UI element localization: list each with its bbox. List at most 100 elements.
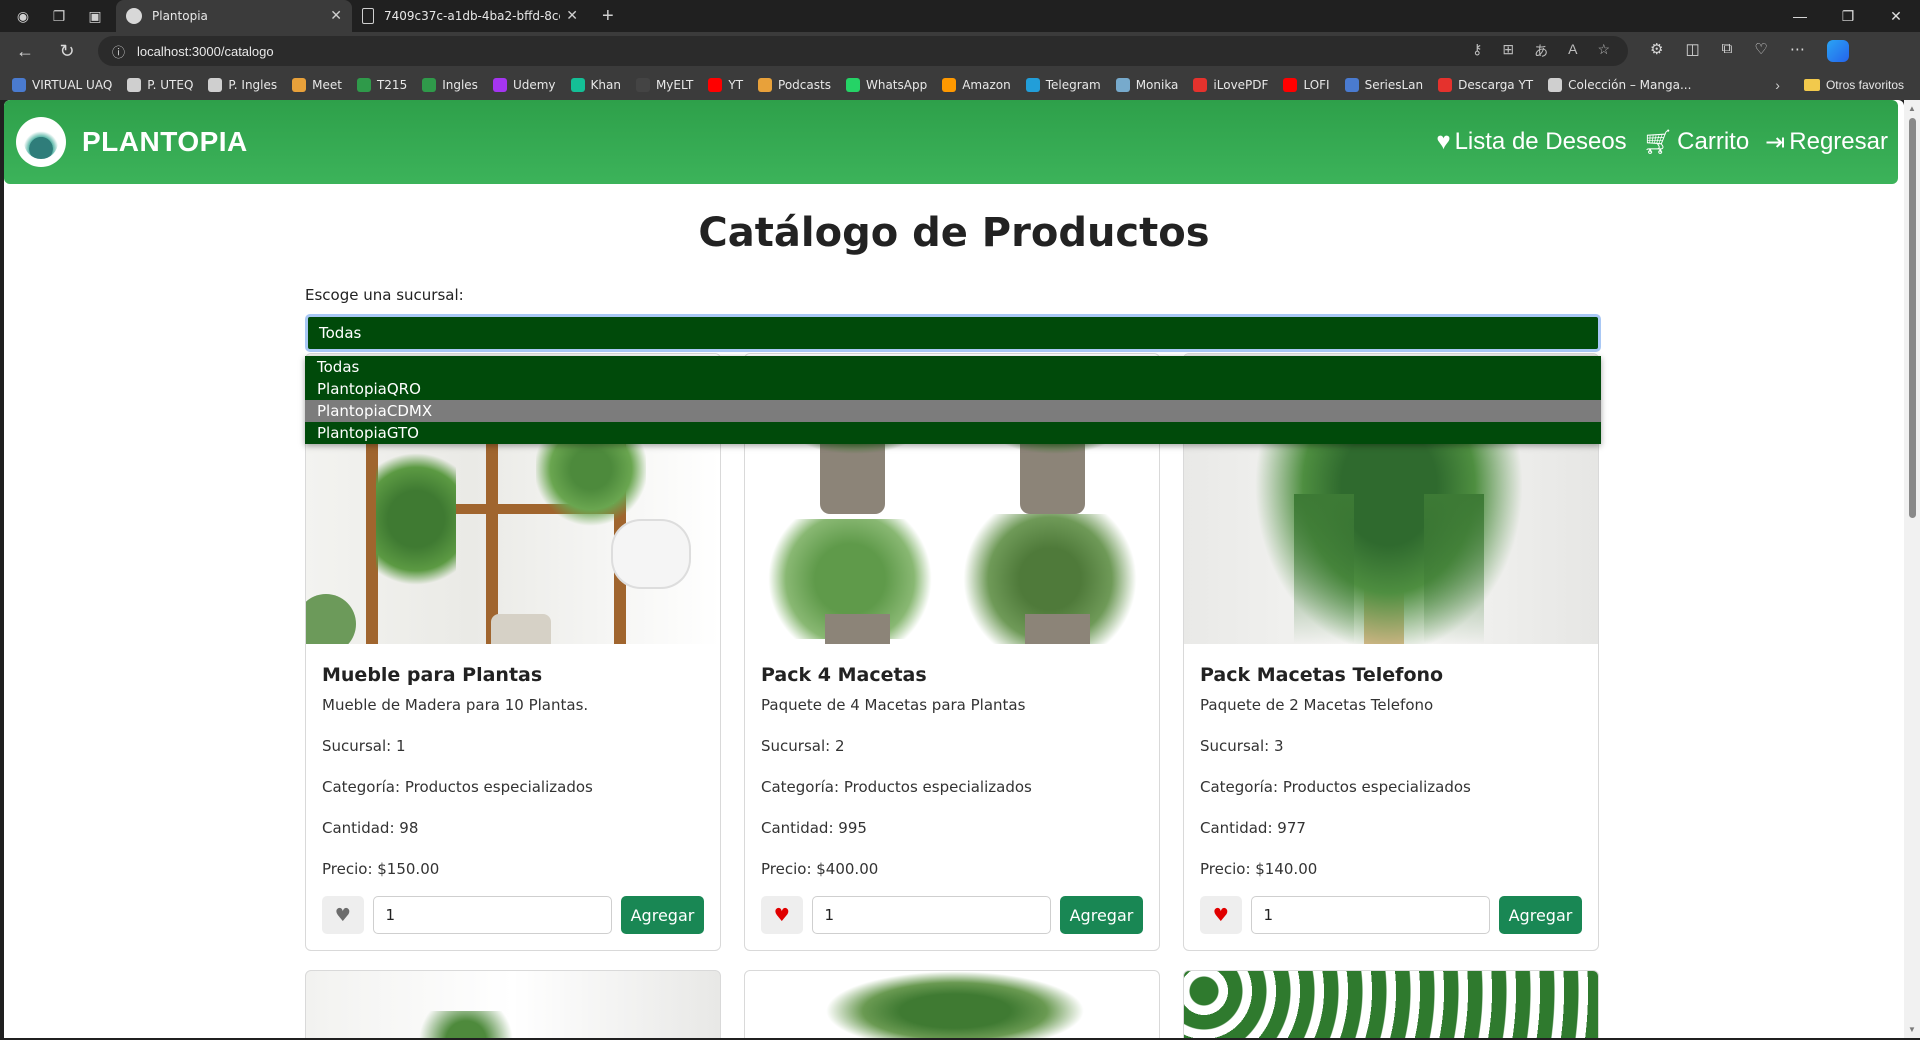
- wishlist-heart-button[interactable]: ♥: [1200, 896, 1242, 934]
- quantity-input[interactable]: 1: [372, 896, 612, 934]
- close-tab-icon[interactable]: ✕: [330, 8, 342, 24]
- add-to-cart-button[interactable]: Agregar: [1059, 896, 1143, 934]
- product-image: [1184, 971, 1598, 1038]
- more-menu-icon[interactable]: ⋯: [1790, 40, 1805, 62]
- product-quantity: Cantidad: 98: [322, 819, 419, 837]
- apps-icon[interactable]: ⊞: [1502, 41, 1514, 61]
- star-icon[interactable]: ☆: [1597, 41, 1610, 61]
- option-plantopia-cdmx[interactable]: PlantopiaCDMX: [305, 400, 1601, 422]
- bookmark-item[interactable]: SeriesLan: [1344, 78, 1423, 92]
- add-to-cart-button[interactable]: Agregar: [1498, 896, 1582, 934]
- tab-plantopia[interactable]: Plantopia ✕: [116, 0, 352, 32]
- split-screen-icon[interactable]: ◫: [1685, 40, 1699, 62]
- cart-link[interactable]: 🛒︎ Carrito: [1643, 128, 1749, 157]
- bookmark-item[interactable]: P. UTEQ: [127, 78, 193, 92]
- bookmark-item[interactable]: Ingles: [422, 78, 478, 92]
- bookmark-item[interactable]: Colección – Manga...: [1548, 78, 1691, 92]
- bookmark-item[interactable]: VIRTUAL UAQ: [12, 78, 112, 92]
- product-category: Categoría: Productos especializados: [1200, 778, 1471, 796]
- back-link[interactable]: ⇥ Regresar: [1765, 128, 1888, 157]
- wishlist-heart-button[interactable]: ♥: [761, 896, 803, 934]
- page-title: Catálogo de Productos: [698, 210, 1210, 256]
- wishlist-link[interactable]: ♥ Lista de Deseos: [1436, 128, 1626, 157]
- bookmark-item[interactable]: WhatsApp: [845, 78, 927, 92]
- scroll-down-icon[interactable]: ▼: [1908, 1025, 1916, 1034]
- product-description: Paquete de 4 Macetas para Plantas: [761, 696, 1026, 714]
- bookmark-item[interactable]: Monika: [1115, 78, 1178, 92]
- tab-actions-icon[interactable]: ▣: [82, 3, 108, 29]
- plantopia-logo[interactable]: [16, 117, 66, 167]
- add-to-cart-button[interactable]: Agregar: [620, 896, 704, 934]
- bookmark-item[interactable]: MyELT: [635, 78, 693, 92]
- minimize-icon[interactable]: —: [1776, 8, 1824, 25]
- page-scrollbar[interactable]: ▲ ▼: [1904, 100, 1920, 1038]
- translate-icon[interactable]: あ: [1534, 41, 1548, 61]
- new-tab-icon[interactable]: +: [602, 5, 614, 28]
- back-arrow-icon[interactable]: ←: [8, 41, 42, 62]
- restore-icon[interactable]: ❐: [1824, 8, 1872, 25]
- option-todas[interactable]: Todas: [305, 356, 1601, 378]
- bookmark-item[interactable]: Amazon: [942, 78, 1011, 92]
- branch-select[interactable]: Todas: [305, 314, 1601, 352]
- copilot-icon[interactable]: [1826, 40, 1849, 62]
- heart-icon: ♥: [334, 904, 351, 926]
- product-name: Pack 4 Macetas: [761, 664, 927, 686]
- bookmark-label: Ingles: [442, 78, 478, 92]
- quantity-input[interactable]: 1: [1250, 896, 1490, 934]
- tab-uuid[interactable]: 7409c37c-a1db-4ba2-bffd-8cedc ✕: [352, 0, 588, 32]
- other-favorites[interactable]: Otros favoritos: [1803, 78, 1904, 92]
- bookmark-item[interactable]: Podcasts: [758, 78, 831, 92]
- scroll-up-icon[interactable]: ▲: [1908, 104, 1916, 113]
- bookmark-favicon-icon: [1344, 78, 1359, 92]
- bookmark-item[interactable]: T215: [356, 78, 408, 92]
- collections-icon[interactable]: ⧉: [1722, 40, 1733, 62]
- quantity-input[interactable]: 1: [811, 896, 1051, 934]
- key-icon[interactable]: ⚷: [1472, 41, 1482, 61]
- bookmark-item[interactable]: Meet: [292, 78, 342, 92]
- bookmark-label: LOFI: [1303, 78, 1330, 92]
- extensions-icon[interactable]: ⚙: [1650, 40, 1663, 62]
- heart-icon: ♥: [1436, 128, 1451, 155]
- bookmark-item[interactable]: Udemy: [492, 78, 556, 92]
- close-window-icon[interactable]: ✕: [1872, 8, 1920, 25]
- bookmark-item[interactable]: LOFI: [1283, 78, 1330, 92]
- scrollbar-thumb[interactable]: [1909, 118, 1916, 518]
- bookmark-item[interactable]: Telegram: [1025, 78, 1101, 92]
- site-info-icon[interactable]: ⓘ: [112, 42, 125, 61]
- brand-name[interactable]: PLANTOPIA: [82, 126, 248, 158]
- wishlist-heart-button[interactable]: ♥: [322, 896, 364, 934]
- plantopia-favicon-icon: [126, 8, 142, 24]
- profile-icon[interactable]: ◉: [10, 3, 36, 29]
- bookmark-favicon-icon: [492, 78, 507, 92]
- bookmark-item[interactable]: iLovePDF: [1193, 78, 1268, 92]
- bookmark-favicon-icon: [942, 78, 957, 92]
- chevron-right-icon[interactable]: ›: [1775, 77, 1780, 93]
- bookmark-item[interactable]: P. Ingles: [208, 78, 277, 92]
- bookmark-label: P. UTEQ: [147, 78, 194, 92]
- option-plantopia-qro[interactable]: PlantopiaQRO: [305, 378, 1601, 400]
- product-card: [305, 970, 721, 1038]
- bookmark-label: Meet: [312, 78, 342, 92]
- product-category: Categoría: Productos especializados: [761, 778, 1032, 796]
- bookmark-item[interactable]: YT: [708, 78, 743, 92]
- option-plantopia-gto[interactable]: PlantopiaGTO: [305, 422, 1601, 444]
- close-tab-icon[interactable]: ✕: [566, 8, 578, 24]
- product-name: Mueble para Plantas: [322, 664, 543, 686]
- bookmark-favicon-icon: [12, 78, 26, 92]
- other-favorites-label: Otros favoritos: [1825, 78, 1904, 92]
- bookmark-label: T215: [376, 78, 408, 92]
- tab-title: Plantopia: [152, 9, 208, 23]
- branch-select-label: Escoge una sucursal:: [305, 286, 464, 304]
- bookmark-favicon-icon: [708, 78, 723, 92]
- refresh-icon[interactable]: ↻: [50, 41, 84, 62]
- heart-icon: ♥: [773, 904, 790, 926]
- product-image: [825, 971, 1085, 1038]
- logo-plant-icon: [24, 125, 58, 159]
- url-field[interactable]: ⓘ localhost:3000/catalogo ⚷ ⊞ あ A ☆: [98, 36, 1628, 66]
- bookmark-item[interactable]: Descarga YT: [1438, 78, 1533, 92]
- bookmark-favicon-icon: [1025, 78, 1040, 92]
- workspaces-icon[interactable]: ❐: [46, 3, 72, 29]
- health-icon[interactable]: ♡: [1754, 40, 1767, 62]
- read-aloud-icon[interactable]: A: [1568, 41, 1577, 61]
- bookmark-item[interactable]: Khan: [570, 78, 621, 92]
